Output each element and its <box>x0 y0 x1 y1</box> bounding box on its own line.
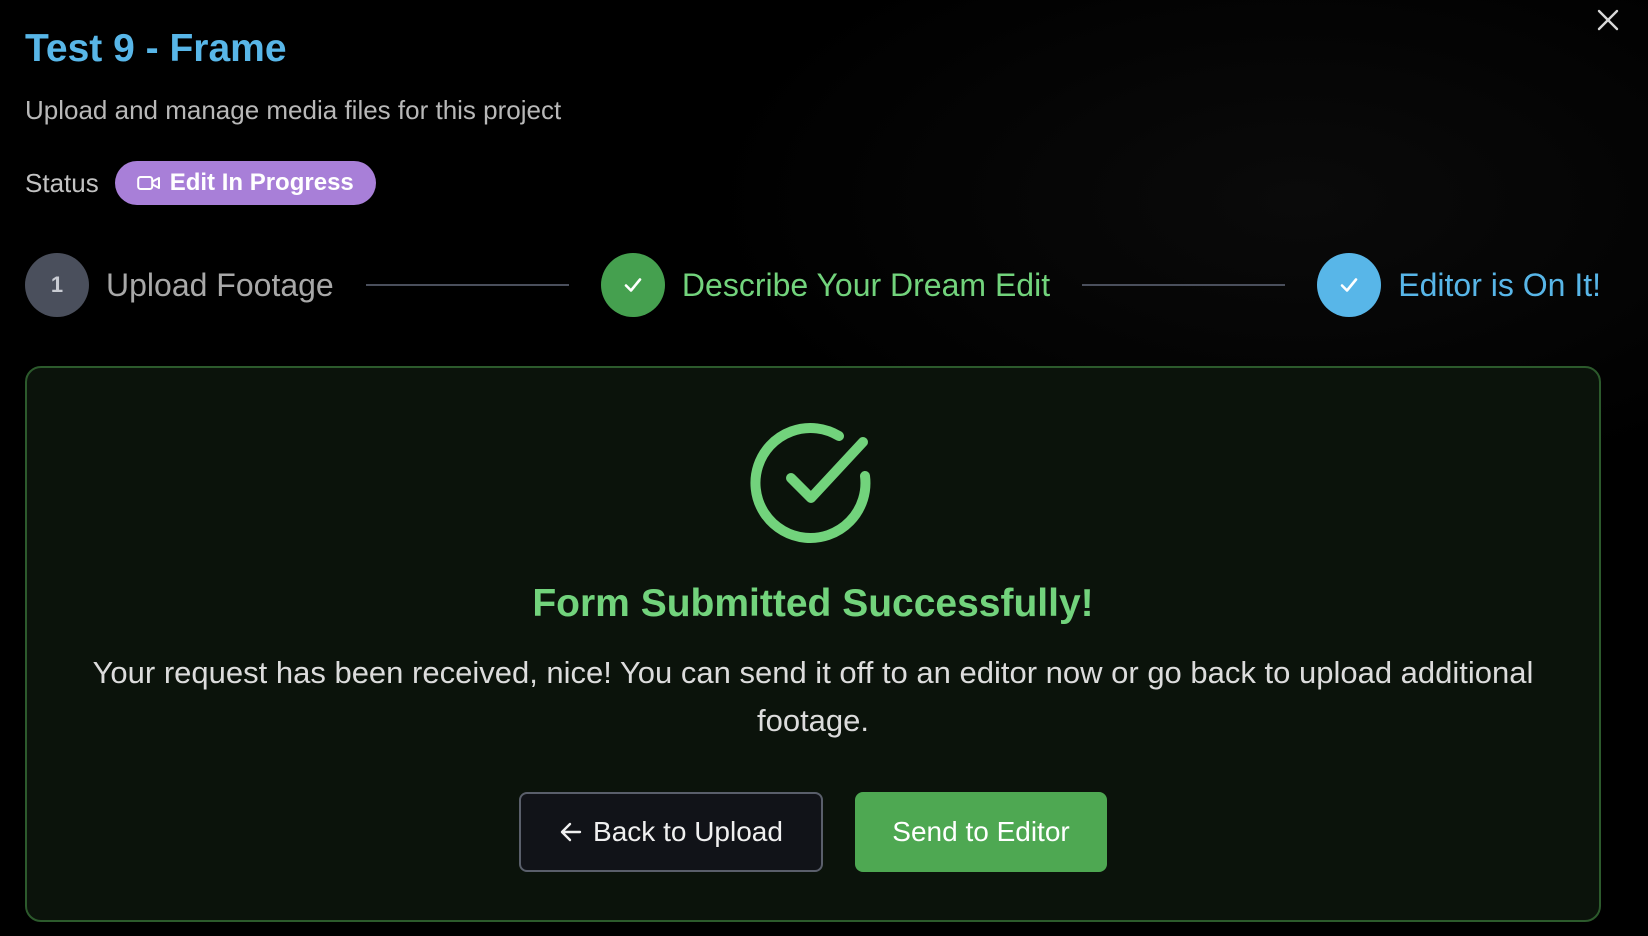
send-to-editor-button[interactable]: Send to Editor <box>855 792 1107 872</box>
check-icon <box>624 278 642 292</box>
page-title: Test 9 - Frame <box>25 27 287 70</box>
success-title: Form Submitted Successfully! <box>532 582 1094 625</box>
status-label: Status <box>25 167 99 198</box>
progress-stepper: 1 Upload Footage Describe Your Dream Edi… <box>25 253 1601 317</box>
step-upload-footage: 1 Upload Footage <box>25 253 334 317</box>
check-circle-icon <box>750 423 871 543</box>
success-card: Form Submitted Successfully! Your reques… <box>25 366 1601 922</box>
step-label: Describe Your Dream Edit <box>681 267 1051 303</box>
close-button[interactable] <box>1594 6 1622 34</box>
check-icon <box>1340 278 1358 292</box>
success-message: Your request has been received, nice! Yo… <box>92 655 1534 738</box>
step-editor-on-it: Editor is On It! <box>1317 253 1601 317</box>
arrow-left-icon <box>560 822 582 842</box>
step-label: Upload Footage <box>106 267 334 303</box>
step-complete-circle <box>600 253 665 317</box>
step-describe-edit: Describe Your Dream Edit <box>600 253 1051 317</box>
step-complete-circle <box>1317 253 1382 317</box>
back-to-upload-button[interactable]: Back to Upload <box>519 792 823 872</box>
close-icon <box>1597 9 1619 31</box>
status-row: Status Edit In Progress <box>25 161 376 205</box>
step-label: Editor is On It! <box>1398 267 1601 303</box>
step-number: 1 <box>25 253 89 317</box>
page-subtitle: Upload and manage media files for this p… <box>25 95 562 125</box>
status-badge: Edit In Progress <box>114 161 376 205</box>
step-connector <box>365 284 569 286</box>
status-badge-text: Edit In Progress <box>169 169 354 196</box>
step-connector <box>1082 284 1286 286</box>
video-camera-icon <box>136 176 160 190</box>
project-modal: Test 9 - Frame Upload and manage media f… <box>0 0 1648 936</box>
action-buttons: Back to Upload Send to Editor <box>27 792 1599 872</box>
back-button-label: Back to Upload <box>593 816 783 847</box>
